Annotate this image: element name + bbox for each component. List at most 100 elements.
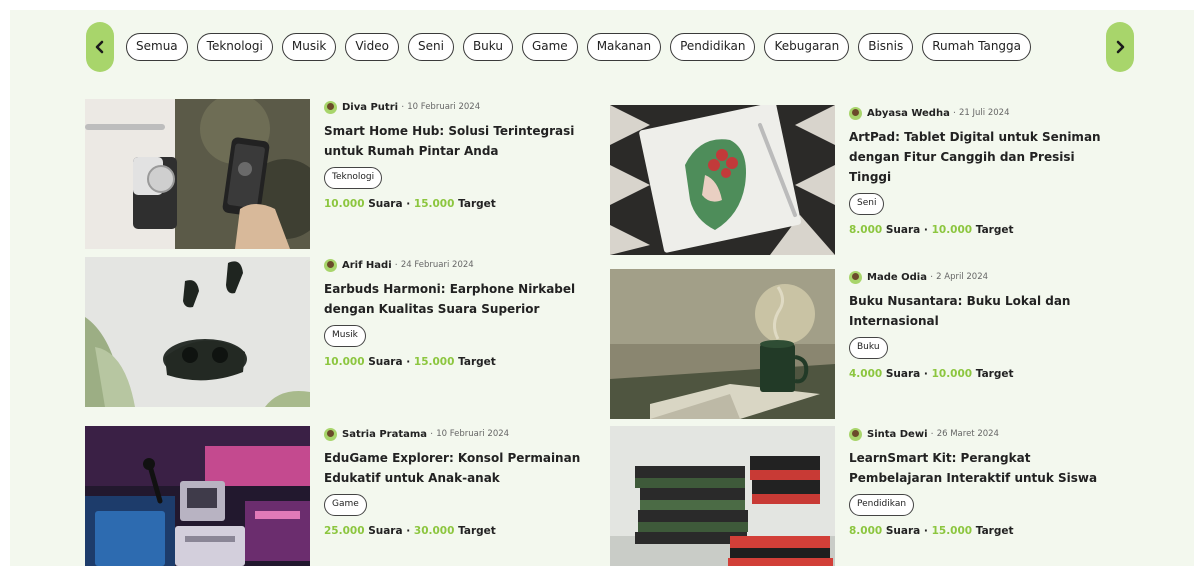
campaign-meta: Abyasa Wedha · 21 Juli 2024 (849, 105, 1109, 121)
retro-console-photo (85, 426, 310, 566)
target-count: 15.000 (931, 525, 973, 537)
post-date: 21 Juli 2024 (959, 108, 1010, 118)
category-tag[interactable]: Musik (324, 325, 366, 347)
post-date: 26 Maret 2024 (936, 429, 999, 439)
category-pill-game[interactable]: Game (521, 33, 578, 61)
votes-count: 10.000 (324, 356, 365, 368)
target-label: Target (458, 198, 496, 210)
next-category-button[interactable] (1106, 22, 1134, 72)
campaign-title[interactable]: Buku Nusantara: Buku Lokal dan Internasi… (849, 291, 1109, 331)
category-pill-kebugaran[interactable]: Kebugaran (764, 33, 850, 61)
category-tag[interactable]: Pendidikan (849, 494, 915, 516)
votes-label: Suara (885, 224, 921, 236)
meta-separator: · (394, 259, 398, 271)
target-label: Target (975, 368, 1014, 380)
campaign-image[interactable] (610, 426, 835, 566)
category-pill-video[interactable]: Video (345, 33, 399, 61)
campaign-card[interactable]: Arif Hadi · 24 Februari 2024 Earbuds Har… (85, 257, 595, 407)
campaign-image[interactable] (85, 99, 310, 249)
campaign-image[interactable] (85, 426, 310, 566)
avatar (849, 427, 862, 441)
books-photo (610, 269, 835, 419)
target-count: 15.000 (413, 356, 455, 368)
category-pills: Semua Teknologi Musik Video Seni Buku Ga… (126, 33, 1032, 61)
avatar (324, 100, 337, 114)
campaign-card[interactable]: Satria Pratama · 10 Februari 2024 EduGam… (85, 426, 595, 566)
avatar (324, 427, 337, 441)
category-pill-semua[interactable]: Semua (126, 33, 188, 61)
category-pill-bisnis[interactable]: Bisnis (858, 33, 914, 61)
meta-separator: · (401, 101, 405, 113)
artpad-photo (610, 105, 835, 255)
category-pill-teknologi[interactable]: Teknologi (196, 33, 273, 61)
campaign-info: Made Odia · 2 April 2024 Buku Nusantara:… (849, 269, 1109, 380)
author-name[interactable]: Sinta Dewi (867, 429, 928, 440)
target-count: 10.000 (931, 368, 973, 380)
category-pill-seni[interactable]: Seni (407, 33, 454, 61)
campaign-title[interactable]: LearnSmart Kit: Perangkat Pembelajaran I… (849, 448, 1109, 488)
campaign-meta: Sinta Dewi · 26 Maret 2024 (849, 426, 1109, 442)
campaign-stats: 10.000 Suara · 15.000 Target (324, 198, 496, 210)
campaign-info: Diva Putri · 10 Februari 2024 Smart Home… (324, 99, 584, 210)
campaign-image[interactable] (610, 269, 835, 419)
votes-count: 10.000 (324, 198, 365, 210)
category-pill-pendidikan[interactable]: Pendidikan (670, 33, 756, 61)
campaign-title[interactable]: Earbuds Harmoni: Earphone Nirkabel denga… (324, 279, 584, 319)
campaign-stats: 10.000 Suara · 15.000 Target (324, 356, 496, 368)
author-name[interactable]: Satria Pratama (342, 429, 427, 440)
category-bar: Semua Teknologi Musik Video Seni Buku Ga… (86, 22, 1134, 72)
campaign-card[interactable]: Sinta Dewi · 26 Maret 2024 LearnSmart Ki… (610, 426, 1120, 566)
author-name[interactable]: Made Odia (867, 272, 927, 283)
votes-count: 25.000 (324, 525, 365, 537)
target-label: Target (975, 224, 1014, 236)
campaign-title[interactable]: Smart Home Hub: Solusi Terintegrasi untu… (324, 121, 584, 161)
votes-label: Suara (885, 368, 921, 380)
campaign-title[interactable]: ArtPad: Tablet Digital untuk Seniman den… (849, 127, 1109, 187)
author-name[interactable]: Abyasa Wedha (867, 108, 950, 119)
campaign-meta: Made Odia · 2 April 2024 (849, 269, 1109, 285)
prev-category-button[interactable] (86, 22, 114, 72)
avatar (849, 106, 862, 120)
category-tag[interactable]: Buku (849, 337, 888, 359)
meta-separator: · (929, 271, 934, 283)
category-tag[interactable]: Seni (849, 193, 885, 215)
campaign-card[interactable]: Diva Putri · 10 Februari 2024 Smart Home… (85, 99, 595, 249)
meta-separator: · (430, 428, 434, 440)
campaign-meta: Satria Pratama · 10 Februari 2024 (324, 426, 584, 442)
campaign-info: Abyasa Wedha · 21 Juli 2024 ArtPad: Tabl… (849, 105, 1109, 236)
votes-label: Suara (368, 356, 403, 368)
earbuds-photo (85, 257, 310, 407)
post-date: 24 Februari 2024 (400, 260, 474, 270)
target-label: Target (975, 525, 1014, 537)
smart-home-photo (85, 99, 310, 249)
category-pill-musik[interactable]: Musik (281, 33, 337, 61)
target-label: Target (458, 356, 496, 368)
avatar (849, 270, 862, 284)
meta-separator: · (952, 107, 957, 119)
campaign-image[interactable] (610, 105, 835, 255)
campaign-image[interactable] (85, 257, 310, 407)
category-pill-rumah-tangga[interactable]: Rumah Tangga (922, 33, 1032, 61)
category-pill-buku[interactable]: Buku (462, 33, 513, 61)
campaign-card[interactable]: Made Odia · 2 April 2024 Buku Nusantara:… (610, 269, 1120, 419)
campaign-card[interactable]: Abyasa Wedha · 21 Juli 2024 ArtPad: Tabl… (610, 105, 1120, 255)
campaign-meta: Diva Putri · 10 Februari 2024 (324, 99, 584, 115)
votes-label: Suara (368, 525, 403, 537)
category-tag[interactable]: Teknologi (324, 167, 383, 189)
campaign-info: Arif Hadi · 24 Februari 2024 Earbuds Har… (324, 257, 584, 368)
page: Semua Teknologi Musik Video Seni Buku Ga… (10, 10, 1194, 566)
votes-label: Suara (885, 525, 921, 537)
post-date: 10 Februari 2024 (436, 429, 510, 439)
post-date: 2 April 2024 (936, 272, 989, 282)
author-name[interactable]: Diva Putri (342, 102, 398, 113)
category-pill-makanan[interactable]: Makanan (586, 33, 662, 61)
author-name[interactable]: Arif Hadi (342, 260, 392, 271)
campaign-stats: 4.000 Suara · 10.000 Target (849, 368, 1014, 380)
post-date: 10 Februari 2024 (407, 102, 481, 112)
campaign-meta: Arif Hadi · 24 Februari 2024 (324, 257, 584, 273)
meta-separator: · (930, 428, 934, 440)
campaign-title[interactable]: EduGame Explorer: Konsol Permainan Eduka… (324, 448, 584, 488)
stacked-books-photo (610, 426, 835, 566)
chevron-left-icon (95, 40, 104, 54)
category-tag[interactable]: Game (324, 494, 367, 516)
